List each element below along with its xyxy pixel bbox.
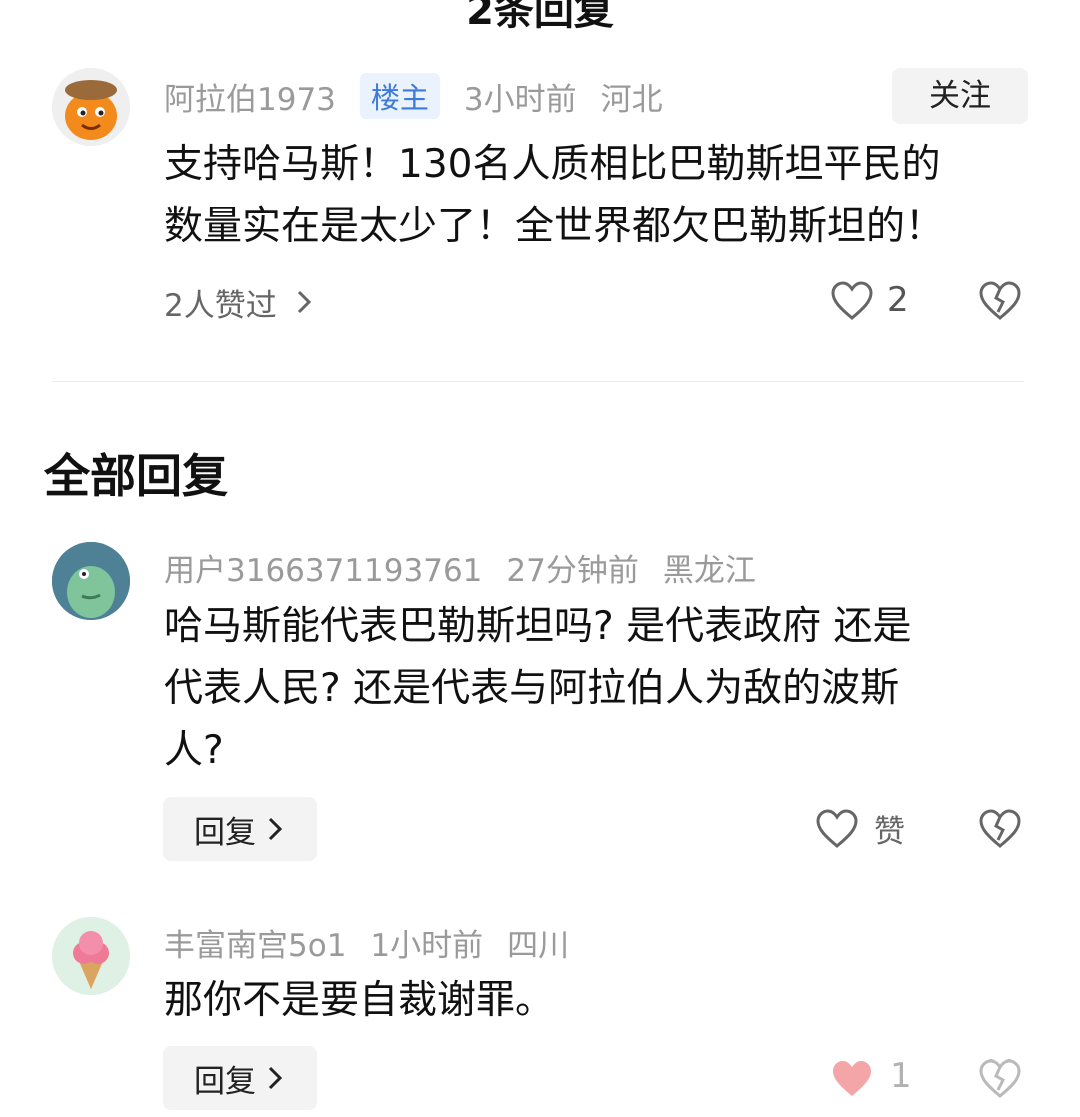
dislike-broken-heart-icon[interactable] [978, 280, 1022, 322]
reply-text: 那你不是要自裁谢罪。 [164, 978, 555, 1023]
timestamp: 3小时前 [463, 81, 577, 118]
chevron-right-icon [268, 817, 283, 841]
reply-button[interactable]: 回复 [163, 1046, 317, 1110]
chevron-right-icon [297, 290, 311, 314]
like-label: 赞 [874, 814, 905, 850]
username[interactable]: 丰富南宫5o1 [164, 920, 346, 965]
location: 四川 [507, 927, 570, 964]
avatar[interactable] [52, 917, 130, 995]
like-count: 2 [887, 280, 909, 320]
location: 黑龙江 [662, 552, 756, 589]
divider [52, 381, 1024, 382]
location: 河北 [600, 81, 663, 118]
reply-text: 人? [164, 728, 224, 773]
username[interactable]: 用户3166371193761 [164, 545, 482, 590]
reply-button[interactable]: 回复 [163, 797, 317, 861]
reply-text: 哈马斯能代表巴勒斯坦吗? 是代表政府 还是 [164, 604, 912, 649]
chevron-right-icon [268, 1066, 283, 1090]
follow-button[interactable]: 关注 [892, 68, 1028, 124]
op-badge: 楼主 [359, 73, 440, 119]
like-heart-icon[interactable] [815, 808, 859, 850]
avatar[interactable] [52, 542, 130, 620]
likers-link[interactable]: 2人赞过 [164, 282, 315, 324]
username[interactable]: 阿拉伯1973 [164, 74, 336, 119]
reply-label: 回复 [194, 814, 256, 851]
page-title: 2条回复 [466, 0, 614, 34]
dislike-broken-heart-icon[interactable] [978, 808, 1022, 850]
comment-text: 支持哈马斯！130名人质相比巴勒斯坦平民的 [164, 142, 941, 187]
timestamp: 27分钟前 [506, 552, 639, 589]
section-title: 全部回复 [44, 449, 228, 503]
reply-text: 代表人民? 还是代表与阿拉伯人为敌的波斯 [164, 666, 900, 711]
likers-label: 2人赞过 [164, 287, 277, 324]
avatar[interactable] [52, 68, 130, 146]
timestamp: 1小时前 [370, 927, 484, 964]
reply-label: 回复 [194, 1063, 256, 1100]
like-heart-icon[interactable] [830, 280, 874, 322]
comment-text: 数量实在是太少了！全世界都欠巴勒斯坦的！ [164, 204, 945, 249]
watermark [740, 1060, 1060, 1110]
